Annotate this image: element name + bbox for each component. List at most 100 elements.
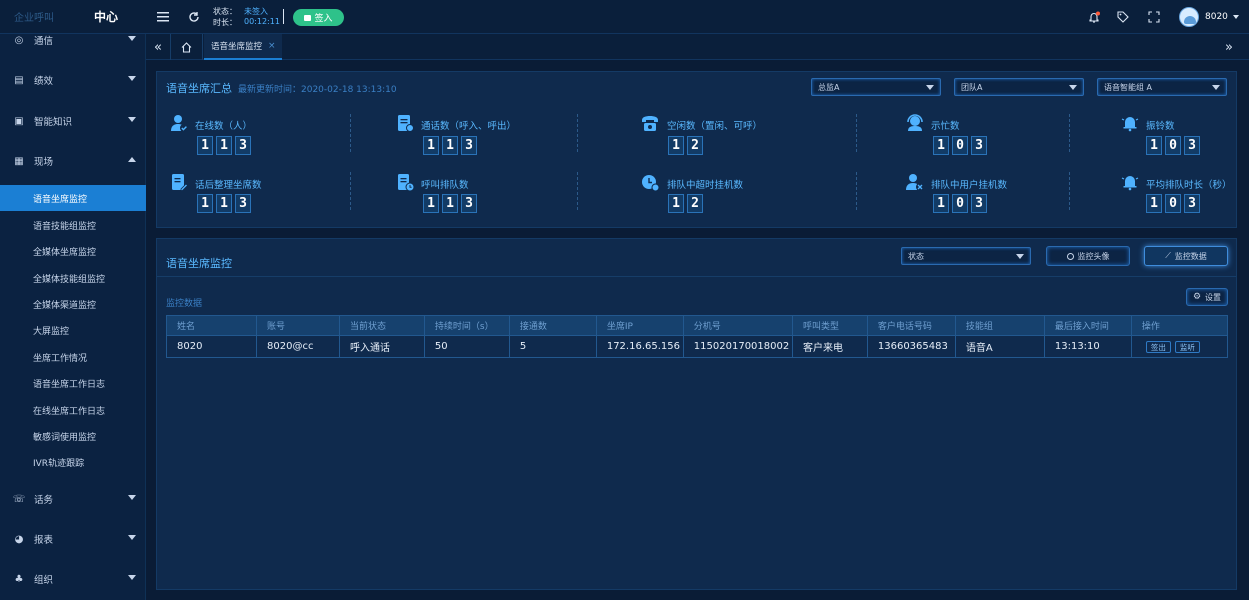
image-icon: ▣ xyxy=(14,115,24,127)
stat-avg-queue-digits: 1 0 3 xyxy=(1146,194,1200,213)
monitor-data-label: 监控数据 xyxy=(1174,251,1207,261)
stat-wrapup-digits: 1 1 3 xyxy=(197,194,251,213)
digit: 1 xyxy=(668,194,684,213)
sidebar-item-onsite[interactable]: ▦ 现场 xyxy=(0,148,146,174)
avatar[interactable] xyxy=(1179,7,1199,27)
tag-icon[interactable] xyxy=(1116,10,1130,24)
sidebar-subitem[interactable]: 全媒体坐席监控 xyxy=(0,238,146,264)
refresh-icon[interactable] xyxy=(186,9,202,25)
sidebar-subitem[interactable]: 语音坐席工作日志 xyxy=(0,370,146,396)
divider xyxy=(577,114,578,152)
bell-icon[interactable] xyxy=(1087,10,1101,24)
status-select[interactable]: 状态 xyxy=(901,247,1031,265)
stat-idle-digits: 1 2 xyxy=(668,136,703,155)
pie-icon: ◕ xyxy=(14,533,24,545)
sidebar-subitem[interactable]: 全媒体渠道监控 xyxy=(0,291,146,317)
digit: 1 xyxy=(933,136,949,155)
digit: 1 xyxy=(1146,136,1162,155)
signin-label: 签入 xyxy=(314,14,333,24)
digit: 1 xyxy=(216,194,232,213)
stat-timeout-digits: 1 2 xyxy=(668,194,703,213)
collapse-left-icon[interactable]: « xyxy=(150,39,166,55)
monitor-data-button[interactable]: ⟋ 监控数据 xyxy=(1144,246,1228,266)
monitor-title: 语音坐席监控 xyxy=(166,257,232,270)
director-select-value: 总监A xyxy=(818,82,840,92)
sidebar-subitem[interactable]: 全媒体技能组监控 xyxy=(0,265,146,291)
monitor-data-section-label: 监控数据 xyxy=(166,299,203,309)
user-check-icon xyxy=(171,115,188,132)
sidebar-item-reports[interactable]: ◕ 报表 xyxy=(0,526,146,552)
tab-voice-agent-monitor[interactable]: 语音坐席监控 × xyxy=(204,34,282,60)
team-select[interactable]: 团队A xyxy=(954,78,1084,96)
column-header: 客户电话号码 xyxy=(866,315,956,336)
column-header: 技能组 xyxy=(954,315,1045,336)
sidebar-item-label: 现场 xyxy=(34,157,54,168)
cell-call-type: 客户来电 xyxy=(792,335,868,358)
fullscreen-icon[interactable] xyxy=(1147,10,1161,24)
home-icon[interactable] xyxy=(178,39,194,55)
sidebar: ◎ 通信 ▤ 绩效 ▣ 智能知识 ▦ 现场 语音坐席监控 语音技能组监控 全媒体… xyxy=(0,34,146,600)
column-header: 操作 xyxy=(1130,315,1229,336)
monitor-avatar-button[interactable]: 监控头像 xyxy=(1046,246,1130,266)
column-header: 最后接入时间 xyxy=(1043,315,1132,336)
column-header: 姓名 xyxy=(165,315,258,336)
digit: 1 xyxy=(423,136,439,155)
sidebar-item-label: 智能知识 xyxy=(34,117,73,128)
stat-online-digits: 1 1 3 xyxy=(197,136,251,155)
digit: 0 xyxy=(952,136,968,155)
sidebar-item-label: 组织 xyxy=(34,575,54,586)
sidebar-item-comm[interactable]: ◎ 通信 xyxy=(0,27,146,53)
listen-button[interactable]: 监听 xyxy=(1174,340,1200,353)
chevron-down-icon xyxy=(128,575,136,580)
sidebar-subitem[interactable]: 在线坐席工作日志 xyxy=(0,397,146,423)
stat-label: 排队中用户挂机数 xyxy=(931,180,1008,191)
phone-icon: ☏ xyxy=(12,493,26,505)
ring-bell-icon xyxy=(1121,176,1139,191)
stat-label: 平均排队时长（秒） xyxy=(1146,180,1232,191)
sidebar-subitem[interactable]: 语音技能组监控 xyxy=(0,212,146,238)
menu-toggle-icon[interactable] xyxy=(155,10,171,24)
signout-button[interactable]: 签出 xyxy=(1145,340,1171,353)
user-caret-icon[interactable] xyxy=(1233,15,1239,19)
collapse-right-icon[interactable]: » xyxy=(1221,39,1237,55)
user-name[interactable]: 8020 xyxy=(1205,12,1228,22)
stat-label: 通话数（呼入、呼出） xyxy=(421,121,517,132)
cell-account: 8020@cc xyxy=(256,335,340,358)
column-header: 呼叫类型 xyxy=(792,315,868,336)
digit: 1 xyxy=(216,136,232,155)
settings-button[interactable]: ⚙ 设置 xyxy=(1186,288,1228,306)
digit: 0 xyxy=(952,194,968,213)
sidebar-subitem[interactable]: 坐席工作情况 xyxy=(0,344,146,370)
sidebar-subitem[interactable]: IVR轨迹跟踪 xyxy=(0,449,146,475)
skill-group-select[interactable]: 语音智能组 A xyxy=(1097,78,1227,96)
monitor-panel xyxy=(156,238,1237,590)
cell-status: 呼入通话 xyxy=(338,335,425,358)
edit-doc-icon xyxy=(172,174,189,191)
headset-icon xyxy=(907,114,923,131)
telephone-icon xyxy=(642,116,658,131)
signin-button[interactable]: 签入 xyxy=(293,9,344,26)
settings-label: 设置 xyxy=(1205,292,1222,302)
divider xyxy=(157,276,1236,277)
digit: 3 xyxy=(971,136,987,155)
column-header: 账号 xyxy=(256,315,340,336)
sidebar-item-org[interactable]: ♣ 组织 xyxy=(0,566,146,592)
director-select[interactable]: 总监A xyxy=(811,78,941,96)
sidebar-subitem[interactable]: 敏感词使用监控 xyxy=(0,423,146,449)
top-bar: 企业呼叫 中心 状态： 未签入 时长： 00:12:11 签入 8020 xyxy=(0,0,1249,34)
monitor-avatar-label: 监控头像 xyxy=(1077,251,1110,261)
chat-bubble-icon xyxy=(304,14,312,21)
agent-monitor-table: 姓名 账号 当前状态 持续时间（s） 接通数 坐席IP 分机号 呼叫类型 客户电… xyxy=(165,315,1229,358)
summary-updated-time: 最新更新时间：2020-02-18 13:13:10 xyxy=(238,85,397,95)
sidebar-item-performance[interactable]: ▤ 绩效 xyxy=(0,67,146,93)
cell-ip: 172.16.65.156 xyxy=(595,335,684,358)
divider xyxy=(1069,172,1070,210)
sidebar-item-knowledge[interactable]: ▣ 智能知识 xyxy=(0,108,146,134)
cell-name: 8020 xyxy=(165,335,258,358)
chat-icon: ◎ xyxy=(14,34,24,46)
sidebar-subitem[interactable]: 大屏监控 xyxy=(0,317,146,343)
sidebar-subitem-voice-agent-monitor[interactable]: 语音坐席监控 xyxy=(0,185,146,211)
close-icon[interactable]: × xyxy=(268,41,276,51)
sidebar-item-traffic[interactable]: ☏ 话务 xyxy=(0,486,146,512)
table-row: 8020 8020@cc 呼入通话 50 5 172.16.65.156 115… xyxy=(165,335,1229,358)
